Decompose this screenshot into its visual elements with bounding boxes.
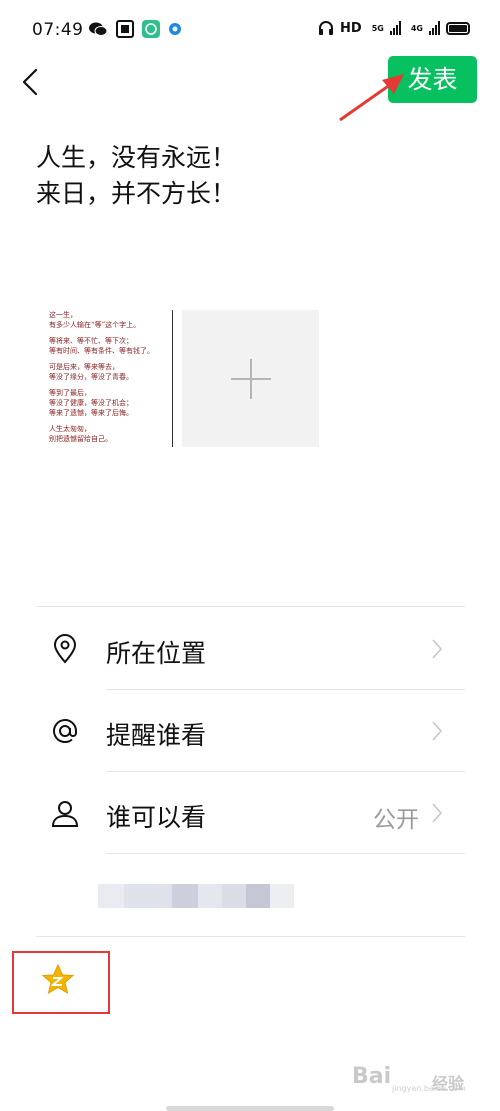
4g-signal-icon bbox=[429, 21, 440, 35]
baidu-watermark: Bai 经验 jingyan.baidu.com bbox=[352, 1058, 482, 1098]
option-remind[interactable]: 提醒谁看 bbox=[36, 690, 465, 772]
thumb-line: 等将来、等不忙、等下次； bbox=[49, 337, 133, 345]
hd-label: HD bbox=[340, 20, 362, 36]
thumb-line: 别把遗憾留给自己。 bbox=[49, 435, 112, 443]
status-bar: 07:49 HD 5G 4G bbox=[0, 0, 500, 62]
thumb-line: 可是后来，等来等去， bbox=[49, 363, 119, 371]
option-visibility[interactable]: 谁可以看 公开 bbox=[36, 772, 465, 854]
at-sign-icon bbox=[53, 719, 77, 743]
watermark-sub: jingyan.baidu.com bbox=[392, 1084, 466, 1093]
person-icon bbox=[51, 801, 79, 827]
divider bbox=[36, 936, 465, 937]
thumb-line: 等没了缘分，等没了青春。 bbox=[49, 373, 133, 381]
thumb-line: 人生太匆匆， bbox=[49, 425, 91, 433]
option-location[interactable]: 所在位置 bbox=[36, 608, 465, 690]
image-thumbnail[interactable]: 这一生， 有多少人输在“等”这个字上。 等将来、等不忙、等下次； 等有时间、等有… bbox=[43, 310, 180, 447]
option-label: 谁可以看 bbox=[106, 803, 207, 832]
plus-icon bbox=[231, 359, 271, 399]
status-left-icons bbox=[88, 20, 182, 38]
thumbnail-divider bbox=[172, 310, 173, 447]
thumbnail-text: 这一生， 有多少人输在“等”这个字上。 等将来、等不忙、等下次； 等有时间、等有… bbox=[49, 310, 169, 444]
battery-icon bbox=[446, 21, 470, 35]
location-pin-icon bbox=[53, 634, 77, 664]
signal-1-label: 5G bbox=[371, 23, 384, 33]
watermark-text: Bai bbox=[352, 1064, 392, 1089]
app-icon bbox=[116, 20, 134, 38]
star-emoji-icon[interactable] bbox=[40, 962, 76, 998]
status-time: 07:49 bbox=[32, 20, 84, 40]
thumb-line: 有多少人输在“等”这个字上。 bbox=[49, 321, 141, 329]
divider bbox=[106, 853, 465, 854]
headphones-icon bbox=[319, 21, 334, 35]
red-arrow-annotation bbox=[339, 74, 404, 122]
thumb-line: 等没了健康，等没了机会； bbox=[49, 399, 133, 407]
signal-2-label: 4G bbox=[410, 23, 423, 33]
option-label: 提醒谁看 bbox=[106, 721, 207, 750]
option-value: 公开 bbox=[373, 807, 419, 833]
home-indicator[interactable] bbox=[166, 1106, 334, 1111]
thumb-line: 等到了最后， bbox=[49, 389, 91, 397]
post-text-line-2: 来日，并不方长！ bbox=[36, 179, 237, 208]
thumb-line: 这一生， bbox=[49, 311, 77, 319]
circle-app-icon bbox=[169, 23, 181, 35]
add-image-button[interactable] bbox=[182, 310, 319, 447]
chevron-right-icon bbox=[432, 803, 443, 823]
shield-app-icon bbox=[142, 20, 160, 38]
chevron-right-icon bbox=[432, 721, 443, 741]
post-text[interactable]: 人生，没有永远！ 来日，并不方长！ bbox=[36, 140, 456, 212]
thumb-line: 等来了遗憾，等来了后悔。 bbox=[49, 409, 133, 417]
5g-signal-icon bbox=[389, 21, 401, 35]
blurred-content bbox=[92, 868, 300, 936]
status-right-icons: HD 5G 4G bbox=[318, 20, 470, 36]
thumb-line: 等有时间、等有条件、等有钱了。 bbox=[49, 347, 154, 355]
wechat-icon bbox=[89, 22, 108, 36]
option-label: 所在位置 bbox=[106, 639, 207, 668]
post-text-line-1: 人生，没有永远！ bbox=[36, 143, 237, 172]
divider bbox=[36, 606, 465, 607]
chevron-left-icon[interactable] bbox=[14, 64, 50, 100]
chevron-right-icon bbox=[432, 639, 443, 659]
